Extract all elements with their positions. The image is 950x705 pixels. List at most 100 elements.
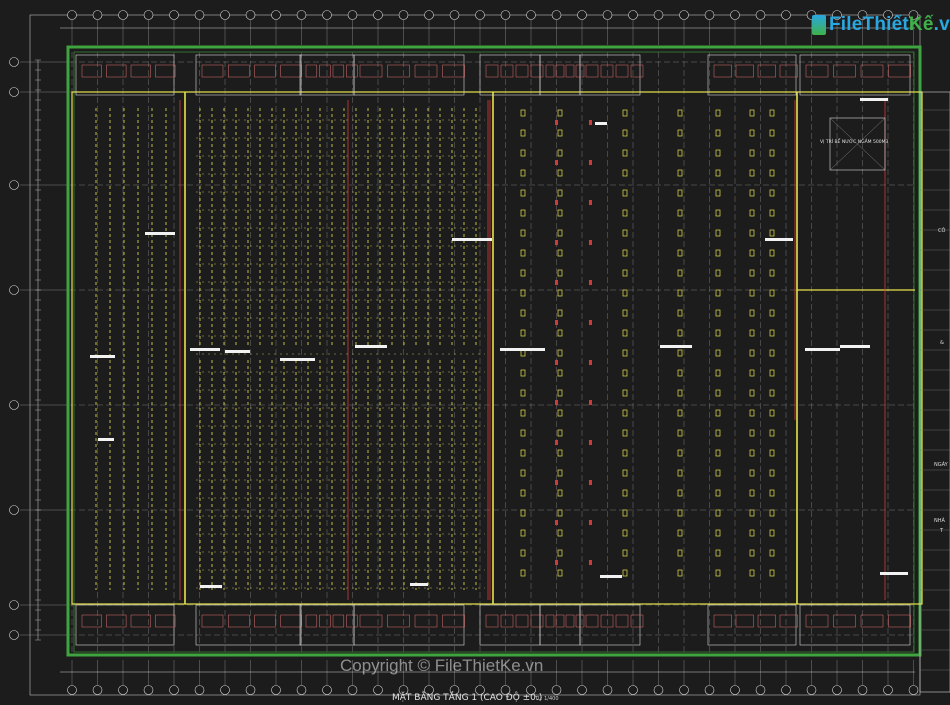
room-fixture xyxy=(387,64,410,78)
pallet-box xyxy=(622,529,628,537)
pallet-box xyxy=(769,289,775,297)
room-fixture xyxy=(779,64,798,78)
pallet-box xyxy=(769,569,775,577)
room-fixture xyxy=(228,64,250,78)
pallet-box xyxy=(769,249,775,257)
room-fixture xyxy=(414,614,438,628)
pallet-box xyxy=(677,349,683,357)
grid-bubble-bottom xyxy=(781,685,791,695)
pallet-box xyxy=(677,329,683,337)
pallet-box xyxy=(557,229,563,237)
marker xyxy=(589,400,592,405)
pallet-box xyxy=(715,389,721,397)
pallet-box xyxy=(520,309,526,317)
room-fixture xyxy=(81,614,102,628)
grid-bubble-bottom xyxy=(653,685,664,695)
grid-bubble-bottom xyxy=(67,685,77,695)
pallet-box xyxy=(769,229,775,237)
pallet-box xyxy=(677,109,683,117)
drawing-canvas: { "logo": {"brand_a": "File", "brand_b":… xyxy=(0,0,950,705)
pallet-box xyxy=(749,209,755,217)
pallet-box xyxy=(769,189,775,197)
pallet-box xyxy=(769,549,775,557)
pallet-box xyxy=(715,209,721,217)
service-room xyxy=(353,54,465,96)
room-fixture xyxy=(888,614,911,628)
logo-text: FileThiếtKế.vn xyxy=(829,14,950,35)
grid-bubble-top xyxy=(475,10,485,20)
room-fixture xyxy=(779,614,798,628)
pallet-box xyxy=(749,489,755,497)
pallet-box xyxy=(677,569,683,577)
pallet-box xyxy=(622,469,628,477)
pallet-box xyxy=(622,289,628,297)
label-bar xyxy=(660,345,692,348)
pallet-box xyxy=(715,229,721,237)
grid-bubble-bottom xyxy=(118,685,128,695)
pallet-box xyxy=(715,549,721,557)
service-room xyxy=(353,604,465,646)
room-fixture xyxy=(585,64,599,78)
pallet-box xyxy=(557,569,563,577)
label-bar xyxy=(860,98,888,101)
marker xyxy=(555,480,558,485)
pallet-box xyxy=(557,129,563,137)
label-bar xyxy=(98,438,114,441)
label-bar xyxy=(840,345,870,348)
floor-plan-drawing xyxy=(9,10,950,696)
marker xyxy=(589,520,592,525)
pallet-box xyxy=(749,449,755,457)
room-fixture xyxy=(735,614,754,628)
room-fixture xyxy=(359,64,383,78)
label-bar xyxy=(765,238,793,241)
label-bar xyxy=(410,583,428,586)
room-fixture xyxy=(600,64,614,78)
room-fixture xyxy=(319,614,331,628)
room-fixture xyxy=(280,64,302,78)
label-bar xyxy=(225,350,250,353)
pallet-box xyxy=(677,489,683,497)
room-fixture xyxy=(555,64,565,78)
room-fixture xyxy=(359,614,383,628)
pallet-box xyxy=(769,409,775,417)
grid-bubble-top xyxy=(653,10,664,20)
grid-bubble-left xyxy=(9,285,19,295)
pallet-box xyxy=(520,189,526,197)
grid-bubble-bottom xyxy=(730,685,740,695)
pallet-box xyxy=(715,309,721,317)
pallet-box xyxy=(677,129,683,137)
pallet-box xyxy=(769,369,775,377)
room-fixture xyxy=(585,614,599,628)
label-bar xyxy=(452,238,492,241)
pallet-box xyxy=(715,369,721,377)
pallet-box xyxy=(622,569,628,577)
pallet-box xyxy=(715,349,721,357)
grid-bubble-left xyxy=(9,630,19,640)
grid-bubble-top xyxy=(92,10,103,20)
grid-bubble-bottom xyxy=(628,685,638,695)
room-fixture xyxy=(545,614,555,628)
service-room xyxy=(799,604,911,646)
room-fixture xyxy=(735,64,754,78)
pallet-box xyxy=(677,249,683,257)
pallet-box xyxy=(715,469,721,477)
grid-bubble-bottom xyxy=(347,685,358,695)
pallet-box xyxy=(677,449,683,457)
room-fixture xyxy=(500,614,514,628)
pallet-box xyxy=(520,269,526,277)
grid-bubble-top xyxy=(245,10,256,20)
pallet-box xyxy=(520,229,526,237)
pallet-box xyxy=(769,209,775,217)
label-bar xyxy=(500,348,545,351)
pallet-box xyxy=(715,429,721,437)
pallet-box xyxy=(520,109,526,117)
room-fixture xyxy=(860,614,884,628)
grid-bubble-left xyxy=(9,400,19,410)
filethietke-logo: FileThiếtKế.vn xyxy=(812,10,950,40)
grid-bubble-top xyxy=(628,10,638,20)
grid-bubble-bottom xyxy=(551,685,562,695)
grid-bubble-bottom xyxy=(883,685,893,695)
title-block-line: CÔ xyxy=(938,228,946,234)
pallet-box xyxy=(769,269,775,277)
label-bar xyxy=(200,585,222,588)
